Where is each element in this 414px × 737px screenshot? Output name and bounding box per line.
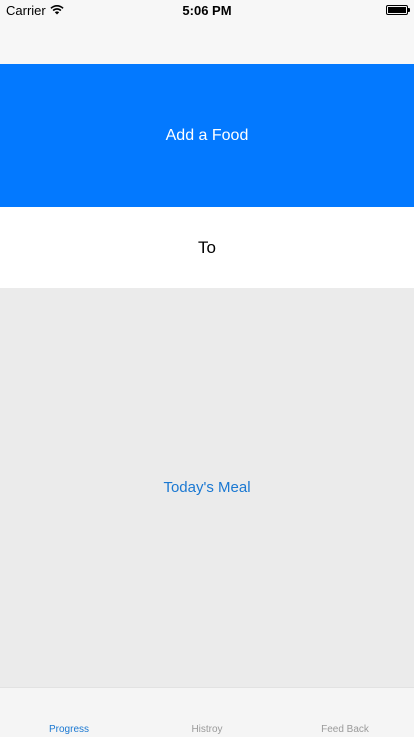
tab-progress-label: Progress	[48, 724, 89, 735]
battery-icon	[386, 5, 410, 15]
meal-selector-area: Today's Meal	[0, 288, 414, 687]
battery-fill	[388, 7, 406, 13]
app-screen: Carrier 5:06 PM Add a Food To Today's Me…	[0, 0, 414, 737]
tab-feedback[interactable]: Feed Back	[276, 688, 414, 737]
status-time: 5:06 PM	[182, 3, 232, 18]
status-bar: Carrier 5:06 PM	[0, 0, 414, 20]
add-food-label: Add a Food	[165, 126, 249, 144]
tab-feedback-label: Feed Back	[321, 724, 369, 735]
to-label: To	[0, 207, 414, 288]
tab-history[interactable]: Histroy	[138, 688, 276, 737]
tab-bar: Progress Histroy Feed Back	[0, 687, 414, 737]
add-food-button[interactable]: Add a Food	[0, 64, 414, 207]
tab-progress[interactable]: Progress	[0, 688, 138, 737]
navigation-bar	[0, 20, 414, 64]
tab-history-label: Histroy	[191, 724, 223, 735]
todays-meal-button[interactable]: Today's Meal	[155, 475, 258, 500]
to-label-text: To	[198, 237, 216, 257]
